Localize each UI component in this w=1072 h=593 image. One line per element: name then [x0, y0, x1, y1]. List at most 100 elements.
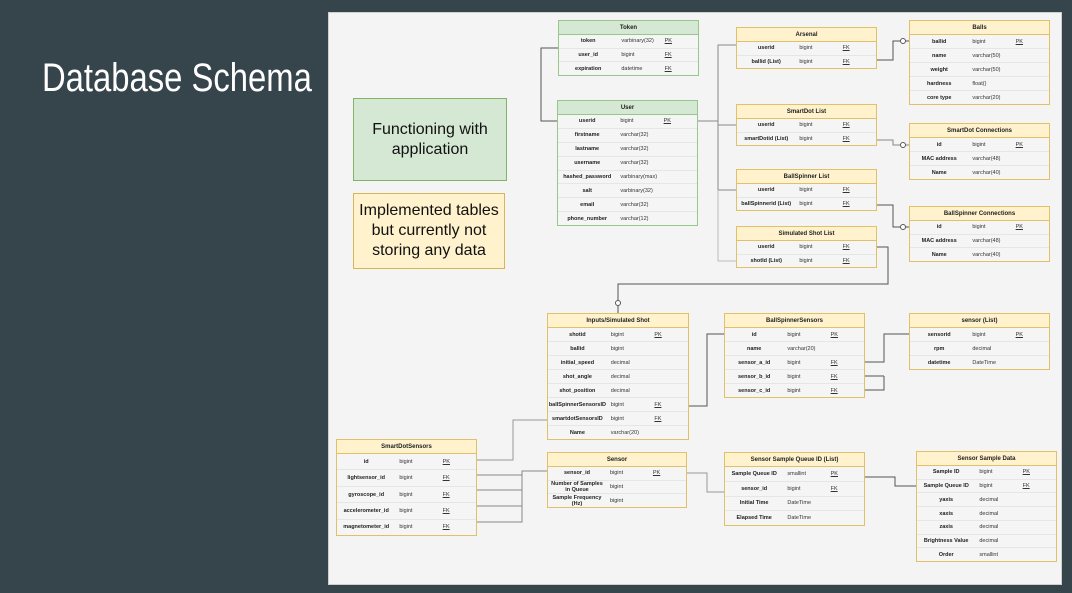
table-row[interactable]: userid bigint PK	[558, 115, 697, 129]
table-row[interactable]: zaxis decimal	[917, 521, 1056, 535]
table-arsenal[interactable]: Arsenal userid bigint FK ballid (List) b…	[736, 27, 877, 69]
table-row[interactable]: sensor_id bigint FK	[725, 482, 864, 497]
table-row[interactable]: core type varchar(20)	[910, 91, 1049, 104]
column-name: core type	[926, 94, 952, 101]
table-row[interactable]: sensor_id bigint PK	[548, 467, 686, 481]
table-row[interactable]: token varbinary(32) PK	[559, 35, 698, 49]
column-type: varchar(20)	[787, 345, 816, 352]
table-smartdotsensors[interactable]: SmartDotSensors id bigint PK lightsensor…	[336, 439, 477, 536]
table-row[interactable]: Order smallint	[917, 548, 1056, 561]
table-row[interactable]: xaxis decimal	[917, 507, 1056, 521]
table-row[interactable]: sensor_b_id bigint FK	[725, 370, 864, 384]
table-token[interactable]: Token token varbinary(32) PK user_id big…	[558, 20, 699, 76]
table-row[interactable]: datetime DateTime	[910, 356, 1049, 369]
table-row[interactable]: ballid (List) bigint FK	[737, 56, 876, 69]
column-name: sensor_c_id	[738, 387, 771, 394]
column-type: bigint	[610, 345, 624, 352]
table-row[interactable]: firstname varchar(32)	[558, 129, 697, 143]
table-row[interactable]: name varchar(20)	[725, 342, 864, 356]
table-row[interactable]: smartDotid (List) bigint FK	[737, 133, 876, 146]
table-smartdot-list[interactable]: SmartDot List userid bigint FK smartDoti…	[736, 104, 877, 146]
table-row[interactable]: shotId (List) bigint FK	[737, 255, 876, 268]
table-row[interactable]: Initial Time DateTime	[725, 497, 864, 512]
table-row[interactable]: Sample Queue ID smallint PK	[725, 467, 864, 482]
table-row[interactable]: MAC address varchar(48)	[910, 152, 1049, 166]
table-row[interactable]: Elapsed Time DateTime	[725, 511, 864, 525]
table-row[interactable]: userid bigint FK	[737, 119, 876, 133]
table-row[interactable]: phone_number varchar(12)	[558, 212, 697, 225]
table-row[interactable]: userid bigint FK	[737, 241, 876, 255]
table-smartdot-connections[interactable]: SmartDot Connections id bigint PK MAC ad…	[909, 123, 1050, 180]
table-row[interactable]: Number of Samples in Queue bigint	[548, 481, 686, 495]
table-row[interactable]: email varchar(32)	[558, 198, 697, 213]
table-row[interactable]: lightsensor_id bigint FK	[337, 470, 476, 487]
column-type: bigint	[979, 483, 993, 490]
table-row[interactable]: user_id bigint FK	[559, 49, 698, 63]
column-name: weight	[930, 66, 948, 73]
table-ballspinnersensors[interactable]: BallSpinnerSensors id bigint PK name var…	[724, 313, 865, 398]
table-row[interactable]: Sample Frequency (Hz) bigint	[548, 494, 686, 507]
column-name: userid	[757, 122, 775, 129]
table-row[interactable]: ballid bigint	[548, 342, 688, 356]
table-ballspinner-connections[interactable]: BallSpinner Connections id bigint PK MAC…	[909, 206, 1050, 262]
table-row[interactable]: gyroscope_id bigint FK	[337, 487, 476, 504]
table-row[interactable]: sensor_c_id bigint FK	[725, 384, 864, 397]
table-row[interactable]: hardness float()	[910, 77, 1049, 91]
table-row[interactable]: Sample Queue ID bigint FK	[917, 480, 1056, 494]
table-row[interactable]: Brightness Value decimal	[917, 535, 1056, 549]
table-row[interactable]: Name varchar(40)	[910, 166, 1049, 179]
table-row[interactable]: MAC address varchar(48)	[910, 235, 1049, 249]
table-row[interactable]: id bigint PK	[337, 454, 476, 471]
table-row[interactable]: salt varbinary(32)	[558, 184, 697, 199]
table-row[interactable]: sensorid bigint PK	[910, 328, 1049, 342]
table-sensor[interactable]: Sensor sensor_id bigint PK Number of Sam…	[547, 452, 687, 508]
table-user[interactable]: User userid bigint PK firstname varchar(…	[557, 100, 698, 226]
table-row[interactable]: expiration datetime FK	[559, 62, 698, 75]
table-header: Simulated Shot List	[737, 227, 876, 241]
table-simulated-shot-list[interactable]: Simulated Shot List userid bigint FK sho…	[736, 226, 877, 268]
table-row[interactable]: id bigint PK	[910, 138, 1049, 152]
table-row[interactable]: smartdotSensorsID bigint FK	[548, 412, 688, 426]
table-row[interactable]: shot_position decimal	[548, 384, 688, 398]
table-sensor-list[interactable]: sensor (List) sensorid bigint PK rpm dec…	[909, 313, 1050, 370]
table-row[interactable]: yaxis decimal	[917, 493, 1056, 508]
table-row[interactable]: magnetometer_id bigint FK	[337, 520, 476, 535]
table-sensor-sample-queue-id-list[interactable]: Sensor Sample Queue ID (List) Sample Que…	[724, 452, 865, 526]
table-row[interactable]: ballid bigint PK	[910, 35, 1049, 49]
table-row[interactable]: Name varchar(20)	[548, 426, 688, 439]
table-sensor-sample-data[interactable]: Sensor Sample Data Sample ID bigint PK S…	[916, 451, 1057, 562]
table-row[interactable]: userid bigint FK	[737, 184, 876, 198]
table-row[interactable]: Name varchar(40)	[910, 248, 1049, 261]
column-key: PK	[652, 470, 661, 477]
column-name: id	[363, 458, 369, 465]
table-row[interactable]: lastname varchar(32)	[558, 143, 697, 157]
table-row[interactable]: ballSpinnerSensorsID bigint FK	[548, 398, 688, 412]
table-row[interactable]: initial_speed decimal	[548, 356, 688, 370]
column-name: smartDotid (List)	[744, 135, 789, 142]
column-name: id	[751, 331, 757, 338]
table-row[interactable]: ballSpinnerid (List) bigint FK	[737, 198, 876, 211]
column-type: bigint	[787, 331, 801, 338]
table-row[interactable]: id bigint PK	[910, 221, 1049, 235]
table-ballspinner-list[interactable]: BallSpinner List userid bigint FK ballSp…	[736, 169, 877, 211]
table-row[interactable]: name varchar(50)	[910, 49, 1049, 63]
table-row[interactable]: weight varchar(50)	[910, 63, 1049, 77]
table-row[interactable]: username varchar(32)	[558, 157, 697, 171]
table-row[interactable]: userid bigint FK	[737, 42, 876, 56]
column-name: name	[932, 52, 947, 59]
table-row[interactable]: rpm decimal	[910, 342, 1049, 356]
column-name: shot_position	[559, 387, 596, 394]
column-type: bigint	[799, 200, 813, 207]
table-row[interactable]: Sample ID bigint PK	[917, 466, 1056, 480]
column-type: bigint	[610, 415, 624, 422]
column-name: initial_speed	[560, 359, 595, 366]
table-row[interactable]: shot_angle decimal	[548, 370, 688, 384]
table-inputs-simulated-shot[interactable]: Inputs/Simulated Shot shotid bigint PK b…	[547, 313, 689, 440]
table-row[interactable]: shotid bigint PK	[548, 328, 688, 342]
table-row[interactable]: accelerometer_id bigint FK	[337, 503, 476, 520]
table-balls[interactable]: Balls ballid bigint PK name varchar(50) …	[909, 20, 1050, 105]
table-row[interactable]: hashed_password varbinary(max)	[558, 171, 697, 185]
table-row[interactable]: sensor_a_id bigint FK	[725, 356, 864, 370]
table-row[interactable]: id bigint PK	[725, 328, 864, 342]
table-header: Token	[559, 21, 698, 35]
